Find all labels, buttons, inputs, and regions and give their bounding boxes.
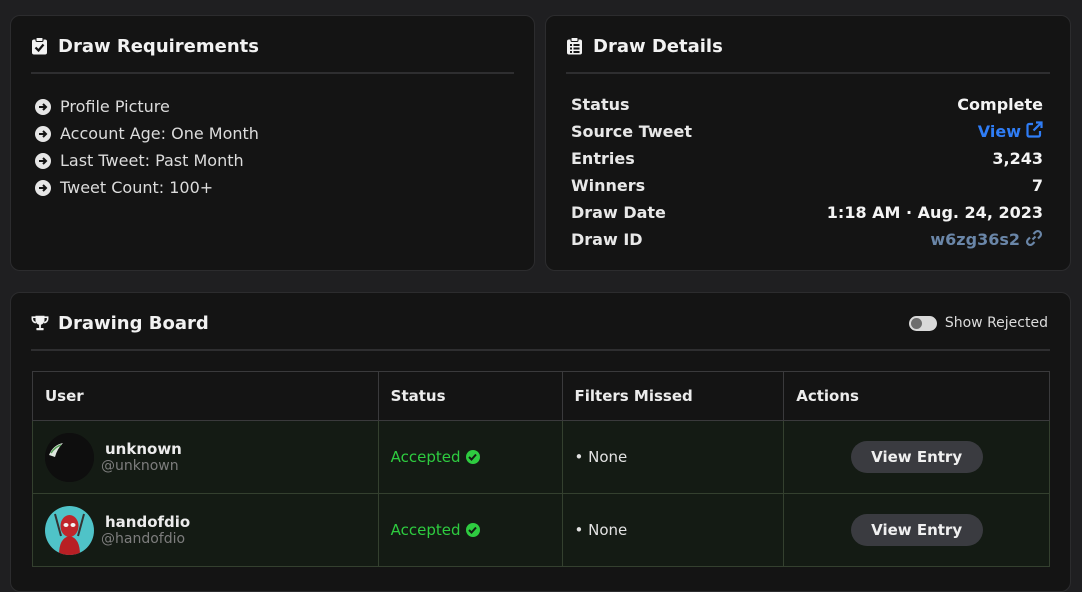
user-cell: unknown @unknown xyxy=(32,420,379,494)
arrow-circle-right-icon xyxy=(35,179,51,196)
source-tweet-link[interactable]: View xyxy=(978,121,1043,142)
external-link-icon xyxy=(1026,121,1043,142)
detail-row-winners: Winners 7 xyxy=(571,172,1043,199)
entries-value: 3,243 xyxy=(992,149,1043,168)
column-header-user: User xyxy=(32,371,379,421)
detail-row-status: Status Complete xyxy=(571,91,1043,118)
status-accepted: Accepted xyxy=(391,521,480,539)
source-tweet-link-text: View xyxy=(977,122,1021,141)
requirement-item: Last Tweet: Past Month xyxy=(35,147,259,174)
show-rejected-label: Show Rejected xyxy=(944,315,1048,331)
detail-row-date: Draw Date 1:18 AM · Aug. 24, 2023 xyxy=(571,199,1043,226)
winners-label: Winners xyxy=(571,176,646,195)
status-label: Status xyxy=(571,95,630,114)
table-row: unknown @unknown Accepted • None View En… xyxy=(32,420,1050,494)
actions-cell: View Entry xyxy=(783,493,1050,567)
draw-details-header: Draw Details xyxy=(566,32,1050,74)
requirement-text: Last Tweet: Past Month xyxy=(60,151,244,170)
requirement-item: Account Age: One Month xyxy=(35,120,259,147)
user-name: unknown xyxy=(105,440,182,458)
arrow-circle-right-icon xyxy=(35,125,51,142)
arrow-circle-right-icon xyxy=(35,98,51,115)
drawing-board-header: Drawing Board xyxy=(31,309,1050,351)
clipboard-list-icon xyxy=(566,37,584,55)
status-cell: Accepted xyxy=(377,420,563,494)
column-header-actions: Actions xyxy=(783,371,1050,421)
trophy-icon xyxy=(31,314,49,332)
filters-cell: • None xyxy=(561,493,785,567)
status-value: Complete xyxy=(957,95,1043,114)
view-entry-button[interactable]: View Entry xyxy=(850,441,983,473)
column-header-filters: Filters Missed xyxy=(561,371,785,421)
details-table: Status Complete Source Tweet View Entrie… xyxy=(571,91,1043,253)
user-name: handofdio xyxy=(105,513,191,531)
arrow-circle-right-icon xyxy=(35,152,51,169)
requirement-text: Profile Picture xyxy=(60,97,170,116)
column-header-status: Status xyxy=(377,371,563,421)
requirement-text: Account Age: One Month xyxy=(60,124,259,143)
draw-id-link[interactable]: w6zg36s2 xyxy=(930,229,1043,251)
draw-details-title: Draw Details xyxy=(593,35,723,57)
draw-date-value: 1:18 AM · Aug. 24, 2023 xyxy=(826,203,1043,222)
avatar xyxy=(45,432,94,482)
entries-table: User Status Filters Missed Actions unkno… xyxy=(32,371,1050,567)
requirement-text: Tweet Count: 100+ xyxy=(60,178,214,197)
detail-row-source: Source Tweet View xyxy=(571,118,1043,145)
draw-id-label: Draw ID xyxy=(571,230,643,249)
check-circle-icon xyxy=(465,523,480,537)
entries-label: Entries xyxy=(571,149,635,168)
draw-requirements-card: Draw Requirements Profile Picture Accoun… xyxy=(10,15,535,271)
link-icon xyxy=(1025,229,1043,251)
winners-value: 7 xyxy=(1031,176,1043,195)
draw-details-card: Draw Details Status Complete Source Twee… xyxy=(545,15,1071,271)
filters-cell: • None xyxy=(561,420,785,494)
draw-date-label: Draw Date xyxy=(571,203,666,222)
detail-row-id: Draw ID w6zg36s2 xyxy=(571,226,1043,253)
toggle-knob xyxy=(910,317,922,329)
requirement-item: Tweet Count: 100+ xyxy=(35,174,259,201)
requirement-item: Profile Picture xyxy=(35,93,259,120)
toggle-switch[interactable] xyxy=(908,315,937,331)
actions-cell: View Entry xyxy=(783,420,1050,494)
status-cell: Accepted xyxy=(377,493,563,567)
view-entry-button[interactable]: View Entry xyxy=(850,514,983,546)
status-text: Accepted xyxy=(390,521,461,539)
status-text: Accepted xyxy=(390,448,461,466)
status-accepted: Accepted xyxy=(391,448,480,466)
table-header-row: User Status Filters Missed Actions xyxy=(32,371,1050,421)
drawing-board-title: Drawing Board xyxy=(58,312,209,334)
clipboard-check-icon xyxy=(31,37,49,55)
table-row: handofdio @handofdio Accepted • None Vie… xyxy=(32,493,1050,567)
detail-row-entries: Entries 3,243 xyxy=(571,145,1043,172)
draw-requirements-title: Draw Requirements xyxy=(58,35,259,57)
user-handle: @handofdio xyxy=(101,531,186,547)
source-tweet-label: Source Tweet xyxy=(571,122,692,141)
avatar xyxy=(45,505,94,555)
show-rejected-toggle[interactable]: Show Rejected xyxy=(908,315,1048,331)
user-handle: @unknown xyxy=(101,458,179,474)
user-cell: handofdio @handofdio xyxy=(32,493,379,567)
draw-id-text: w6zg36s2 xyxy=(930,230,1020,249)
drawing-board-card: Drawing Board Show Rejected User Status … xyxy=(10,292,1071,592)
check-circle-icon xyxy=(465,450,480,464)
draw-requirements-header: Draw Requirements xyxy=(31,32,514,74)
requirements-list: Profile Picture Account Age: One Month L… xyxy=(35,93,259,201)
